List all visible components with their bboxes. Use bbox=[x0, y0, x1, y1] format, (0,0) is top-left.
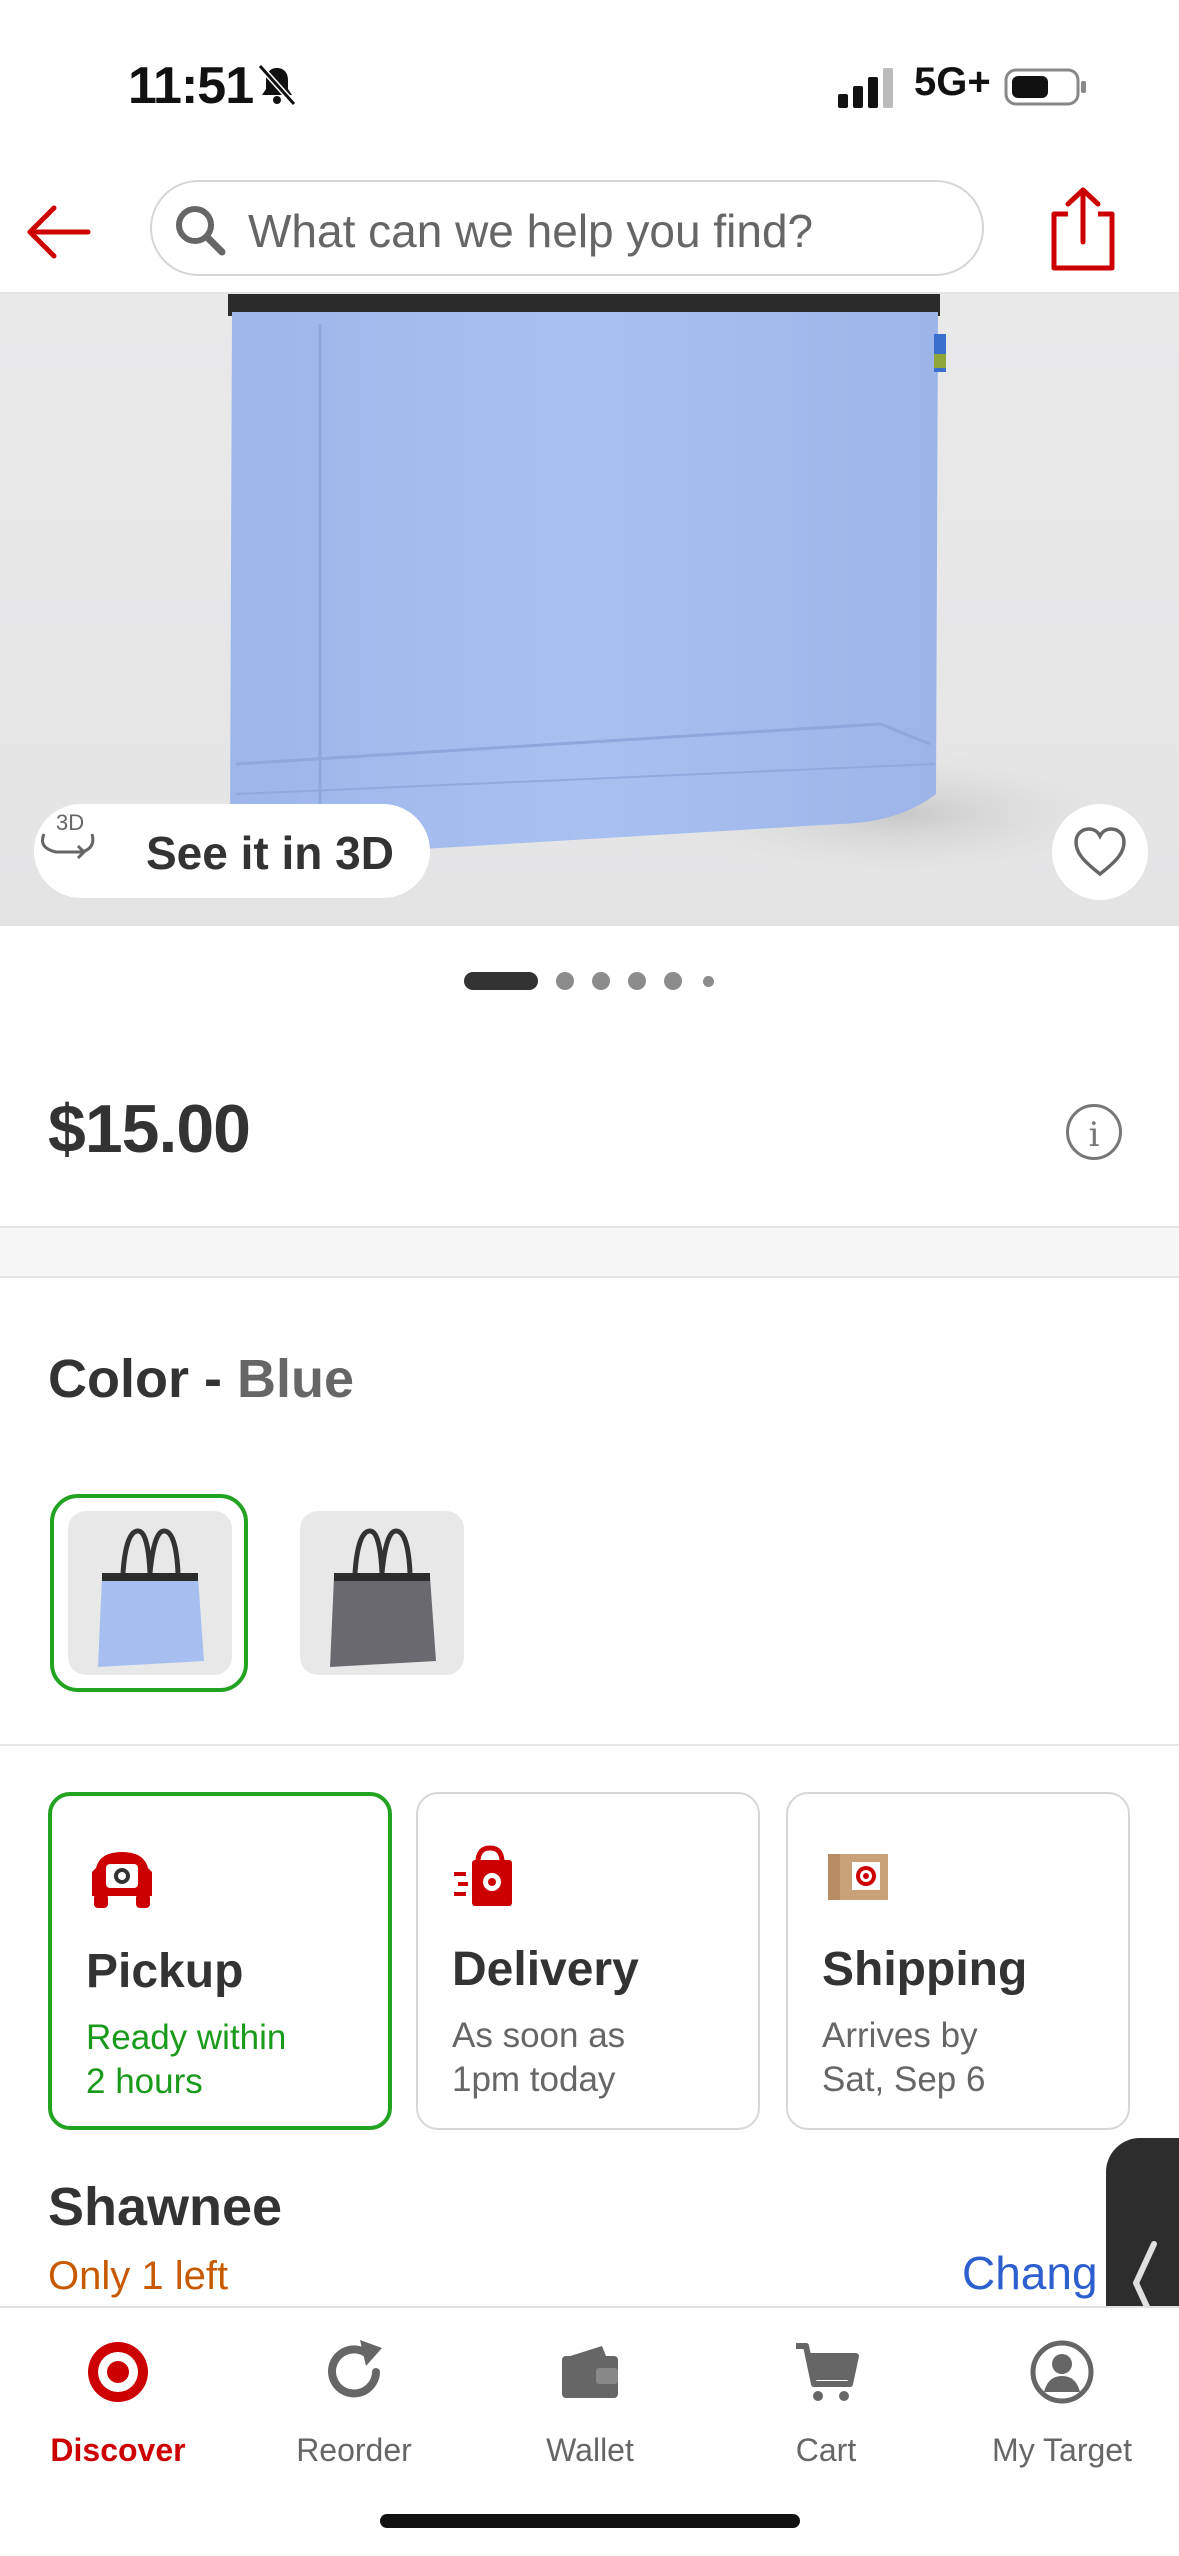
carousel-dot[interactable] bbox=[664, 972, 682, 990]
pickup-line1: Ready within bbox=[86, 2018, 287, 2057]
home-indicator[interactable] bbox=[380, 2514, 800, 2528]
nav-cart[interactable]: Cart bbox=[708, 2330, 944, 2480]
nav-wallet[interactable]: Wallet bbox=[472, 2330, 708, 2480]
nav-wallet-label: Wallet bbox=[546, 2432, 634, 2468]
back-arrow-icon[interactable] bbox=[20, 192, 100, 272]
carousel-dot[interactable] bbox=[592, 972, 610, 990]
network-type: 5G+ bbox=[914, 60, 991, 104]
pickup-title: Pickup bbox=[86, 1945, 244, 1998]
stock-status: Only 1 left bbox=[48, 2254, 229, 2298]
see-in-3d-label: See it in 3D bbox=[146, 827, 394, 879]
shipping-box-icon bbox=[828, 1854, 888, 1900]
color-value: Blue bbox=[237, 1349, 355, 1409]
delivery-line2: 1pm today bbox=[452, 2060, 616, 2099]
bell-slash-icon bbox=[257, 63, 297, 107]
shipping-line1: Arrives by bbox=[822, 2016, 978, 2055]
color-heading: Color - Blue bbox=[48, 1348, 354, 1410]
search-icon bbox=[176, 206, 226, 256]
color-label: Color bbox=[48, 1349, 189, 1409]
change-store-link[interactable]: Chang bbox=[962, 2246, 1098, 2300]
fulfillment-delivery-card[interactable]: Delivery As soon as 1pm today bbox=[416, 1792, 760, 2130]
3d-rotate-icon: 3D bbox=[41, 810, 95, 860]
pickup-line2: 2 hours bbox=[86, 2062, 203, 2101]
wallet-icon bbox=[562, 2346, 618, 2398]
delivery-bag-icon bbox=[454, 1845, 512, 1906]
svg-text:3D: 3D bbox=[56, 810, 84, 835]
nav-discover[interactable]: Discover bbox=[0, 2330, 236, 2480]
section-divider bbox=[0, 1744, 1179, 1746]
nav-my-target-label: My Target bbox=[992, 2432, 1132, 2468]
target-bullseye-icon bbox=[88, 2342, 148, 2402]
product-image-carousel[interactable]: 3D See it in 3D bbox=[0, 294, 1179, 926]
refresh-icon bbox=[328, 2340, 382, 2398]
user-circle-icon bbox=[1030, 2340, 1094, 2404]
search-placeholder: What can we help you find? bbox=[248, 205, 814, 257]
share-icon[interactable] bbox=[1046, 184, 1120, 274]
status-bar: 11:51 5G+ bbox=[0, 0, 1179, 170]
shipping-line2: Sat, Sep 6 bbox=[822, 2060, 986, 2099]
carousel-dot[interactable] bbox=[703, 976, 714, 987]
color-separator: - bbox=[189, 1349, 237, 1409]
delivery-title: Delivery bbox=[452, 1943, 639, 1996]
carousel-pagination bbox=[0, 972, 1179, 996]
carousel-dot[interactable] bbox=[556, 972, 574, 990]
nav-discover-label: Discover bbox=[50, 2432, 186, 2468]
see-in-3d-button[interactable]: 3D See it in 3D bbox=[34, 804, 430, 898]
blue-tote-thumbnail bbox=[98, 1528, 204, 1667]
pickup-car-icon bbox=[92, 1852, 152, 1908]
fulfillment-pickup-card[interactable]: Pickup Ready within 2 hours bbox=[48, 1792, 392, 2130]
heart-icon bbox=[1074, 827, 1126, 877]
gray-tote-thumbnail bbox=[330, 1528, 436, 1667]
top-header: What can we help you find? bbox=[0, 170, 1179, 294]
nav-reorder[interactable]: Reorder bbox=[236, 2330, 472, 2480]
search-input[interactable]: What can we help you find? bbox=[150, 180, 984, 276]
section-divider bbox=[0, 1226, 1179, 1278]
cart-icon bbox=[796, 2343, 859, 2401]
pickup-subtitle: Ready within 2 hours bbox=[86, 2016, 286, 2104]
shipping-subtitle: Arrives by Sat, Sep 6 bbox=[822, 2014, 985, 2102]
nav-reorder-label: Reorder bbox=[296, 2432, 412, 2468]
carousel-dot-active[interactable] bbox=[464, 972, 538, 990]
carousel-dot[interactable] bbox=[628, 972, 646, 990]
delivery-line1: As soon as bbox=[452, 2016, 626, 2055]
fulfillment-shipping-card[interactable]: Shipping Arrives by Sat, Sep 6 bbox=[786, 1792, 1130, 2130]
nav-my-target[interactable]: My Target bbox=[944, 2330, 1179, 2480]
color-swatch-blue[interactable] bbox=[68, 1511, 232, 1675]
battery-icon bbox=[1004, 68, 1086, 106]
signal-icon bbox=[838, 68, 893, 108]
color-swatch-gray[interactable] bbox=[300, 1511, 464, 1675]
product-price: $15.00 bbox=[48, 1091, 251, 1167]
status-time: 11:51 bbox=[128, 57, 254, 115]
delivery-subtitle: As soon as 1pm today bbox=[452, 2014, 625, 2102]
store-name: Shawnee bbox=[48, 2177, 283, 2237]
favorite-button[interactable] bbox=[1052, 804, 1148, 900]
shipping-title: Shipping bbox=[822, 1943, 1028, 1996]
nav-cart-label: Cart bbox=[795, 2432, 857, 2468]
price-info-icon[interactable]: i bbox=[1066, 1104, 1122, 1160]
